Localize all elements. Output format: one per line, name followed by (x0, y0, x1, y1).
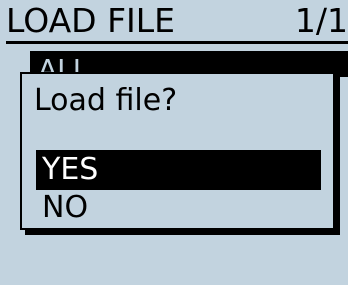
dialog-message: Load file? (34, 83, 178, 118)
screen-header: LOAD FILE 1/1 (6, 0, 348, 44)
page-indicator: 1/1 (294, 1, 348, 40)
header-divider (6, 41, 348, 44)
screen-title: LOAD FILE (6, 1, 176, 40)
no-option[interactable]: NO (36, 188, 321, 228)
radio-lcd-screen: LOAD FILE 1/1 ALL Load file? YES NO (0, 0, 348, 285)
load-file-dialog: Load file? YES NO (20, 72, 335, 230)
yes-option[interactable]: YES (36, 150, 321, 190)
